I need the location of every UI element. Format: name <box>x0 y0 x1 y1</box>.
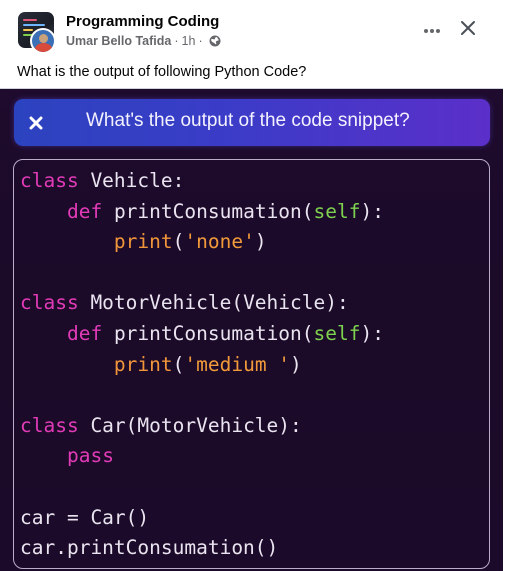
author-avatar[interactable] <box>30 28 56 54</box>
code-token: car.printConsumation() <box>20 536 279 560</box>
globe-icon <box>209 35 221 47</box>
code-token: Car(MotorVehicle): <box>78 413 302 437</box>
code-token: ) <box>254 230 267 254</box>
code-token: ): <box>360 321 384 345</box>
post-time[interactable]: 1h <box>182 34 196 48</box>
code-snippet: class Vehicle: def printConsumation(self… <box>20 166 384 564</box>
code-token: 'medium ' <box>184 352 291 376</box>
question-banner: What's the output of the code snippet? <box>14 99 490 146</box>
code-line: print('none') <box>20 230 267 253</box>
code-token: self <box>313 321 361 345</box>
code-token: Vehicle: <box>78 169 185 192</box>
code-line: class MotorVehicle(Vehicle): <box>20 291 349 314</box>
code-token: def <box>66 199 103 223</box>
code-token: car = Car() <box>20 505 150 529</box>
code-snippet-box: class Vehicle: def printConsumation(self… <box>13 159 490 569</box>
code-token: def <box>66 321 103 345</box>
code-token: MotorVehicle(Vehicle): <box>78 291 349 315</box>
code-line: print('medium ') <box>20 353 302 376</box>
close-post-button[interactable] <box>454 16 482 44</box>
post-image[interactable]: What's the output of the code snippet? c… <box>0 88 503 571</box>
code-token: class <box>20 169 79 192</box>
code-token: class <box>20 413 79 437</box>
code-token: printConsumation( <box>102 321 314 345</box>
code-token: ( <box>172 230 185 254</box>
post-header: Programming Coding Umar Bello Tafida · 1… <box>0 0 506 60</box>
question-text: What's the output of the code snippet? <box>86 110 410 131</box>
code-token: ( <box>172 352 185 376</box>
post-meta: Umar Bello Tafida · 1h · <box>66 34 221 48</box>
code-token: printConsumation( <box>102 199 314 223</box>
close-icon <box>460 20 476 41</box>
author-name[interactable]: Umar Bello Tafida <box>66 34 171 48</box>
code-line: def printConsumation(self): <box>20 200 384 223</box>
code-line: car = Car() <box>20 506 149 529</box>
code-token: pass <box>66 444 114 468</box>
meta-separator: · <box>174 34 179 48</box>
code-line: pass <box>20 444 114 467</box>
code-token: class <box>20 291 79 315</box>
post-caption: What is the output of following Python C… <box>17 64 307 80</box>
code-token: self <box>313 199 361 223</box>
code-token: 'none' <box>184 230 255 254</box>
group-name[interactable]: Programming Coding <box>66 13 219 30</box>
code-token: print <box>113 230 173 254</box>
code-line: class Vehicle: <box>20 169 184 192</box>
close-x-icon <box>24 111 48 135</box>
code-token: ) <box>290 352 302 376</box>
meta-separator-2: · <box>198 34 203 48</box>
more-options-icon <box>423 21 441 39</box>
code-token: print <box>113 352 173 376</box>
code-token: ): <box>360 199 384 223</box>
code-line: car.printConsumation() <box>20 536 278 559</box>
code-line: class Car(MotorVehicle): <box>20 414 302 437</box>
group-avatar-stack[interactable] <box>16 11 56 54</box>
more-options-button[interactable] <box>418 18 446 42</box>
code-line: def printConsumation(self): <box>20 322 384 345</box>
